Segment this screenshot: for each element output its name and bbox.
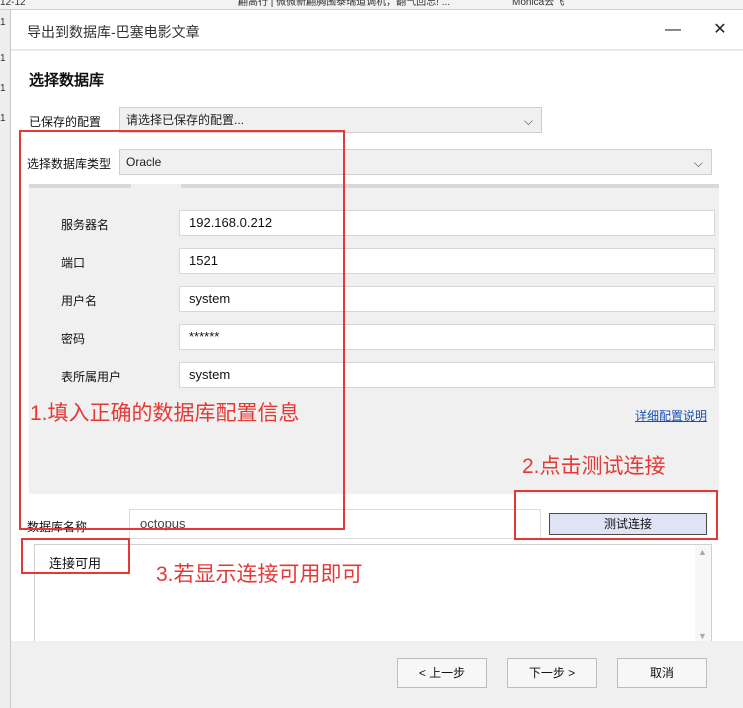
background-window-strip: 12-12 翩高行 | 微微新翩胸围泰瑞道调机，翻气回忘! ... Monica… xyxy=(0,0,743,10)
next-button-label: 下一步 xyxy=(528,666,565,680)
dialog-footer: < 上一步 下一步 > 取消 xyxy=(11,641,743,708)
annotation-step3: 3.若显示连接可用即可 xyxy=(156,563,363,586)
minimize-button[interactable]: — xyxy=(661,18,685,42)
background-edge-bar: 1 1 1 1 xyxy=(0,10,10,708)
chevron-down-icon: ⌵ xyxy=(693,156,703,170)
annotation-box-test xyxy=(514,490,718,540)
dialog-titlebar: 导出到数据库-巴塞电影文章 — ✕ xyxy=(11,10,743,50)
background-text-title: 翩高行 | 微微新翩胸围泰瑞道调机，翻气回忘! ... xyxy=(238,0,451,8)
annotation-box-result xyxy=(21,538,130,574)
chevron-right-icon: > xyxy=(568,666,576,680)
chevron-left-icon: < xyxy=(418,666,426,680)
cancel-button[interactable]: 取消 xyxy=(617,658,707,688)
prev-button-label: 上一步 xyxy=(429,666,466,680)
annotation-step2: 2.点击测试连接 xyxy=(522,455,666,478)
chevron-down-icon: ⌵ xyxy=(523,114,533,128)
config-help-link[interactable]: 详细配置说明 xyxy=(635,407,707,424)
close-button[interactable]: ✕ xyxy=(708,18,732,42)
saved-config-label: 已保存的配置 xyxy=(29,115,102,129)
edge-mark: 1 xyxy=(0,53,6,64)
section-title: 选择数据库 xyxy=(29,72,105,89)
dialog-title: 导出到数据库-巴塞电影文章 xyxy=(27,24,200,40)
background-text-right: Monica去飞 xyxy=(512,0,565,8)
saved-config-placeholder: 请选择已保存的配置... xyxy=(126,113,245,127)
scroll-up-icon[interactable]: ▲ xyxy=(698,547,707,557)
next-button[interactable]: 下一步 > xyxy=(507,658,597,688)
connection-result-box: 连接可用 ▲ ▼ xyxy=(34,544,712,645)
prev-button[interactable]: < 上一步 xyxy=(397,658,487,688)
edge-mark: 1 xyxy=(0,83,6,94)
annotation-step1: 1.填入正确的数据库配置信息 xyxy=(30,402,300,425)
edge-mark: 1 xyxy=(0,17,6,28)
scroll-down-icon[interactable]: ▼ xyxy=(698,631,707,641)
result-scrollbar[interactable]: ▲ ▼ xyxy=(695,545,711,644)
background-text-date: 12-12 xyxy=(0,0,26,8)
edge-mark: 1 xyxy=(0,113,6,124)
annotation-box-config xyxy=(19,130,345,530)
